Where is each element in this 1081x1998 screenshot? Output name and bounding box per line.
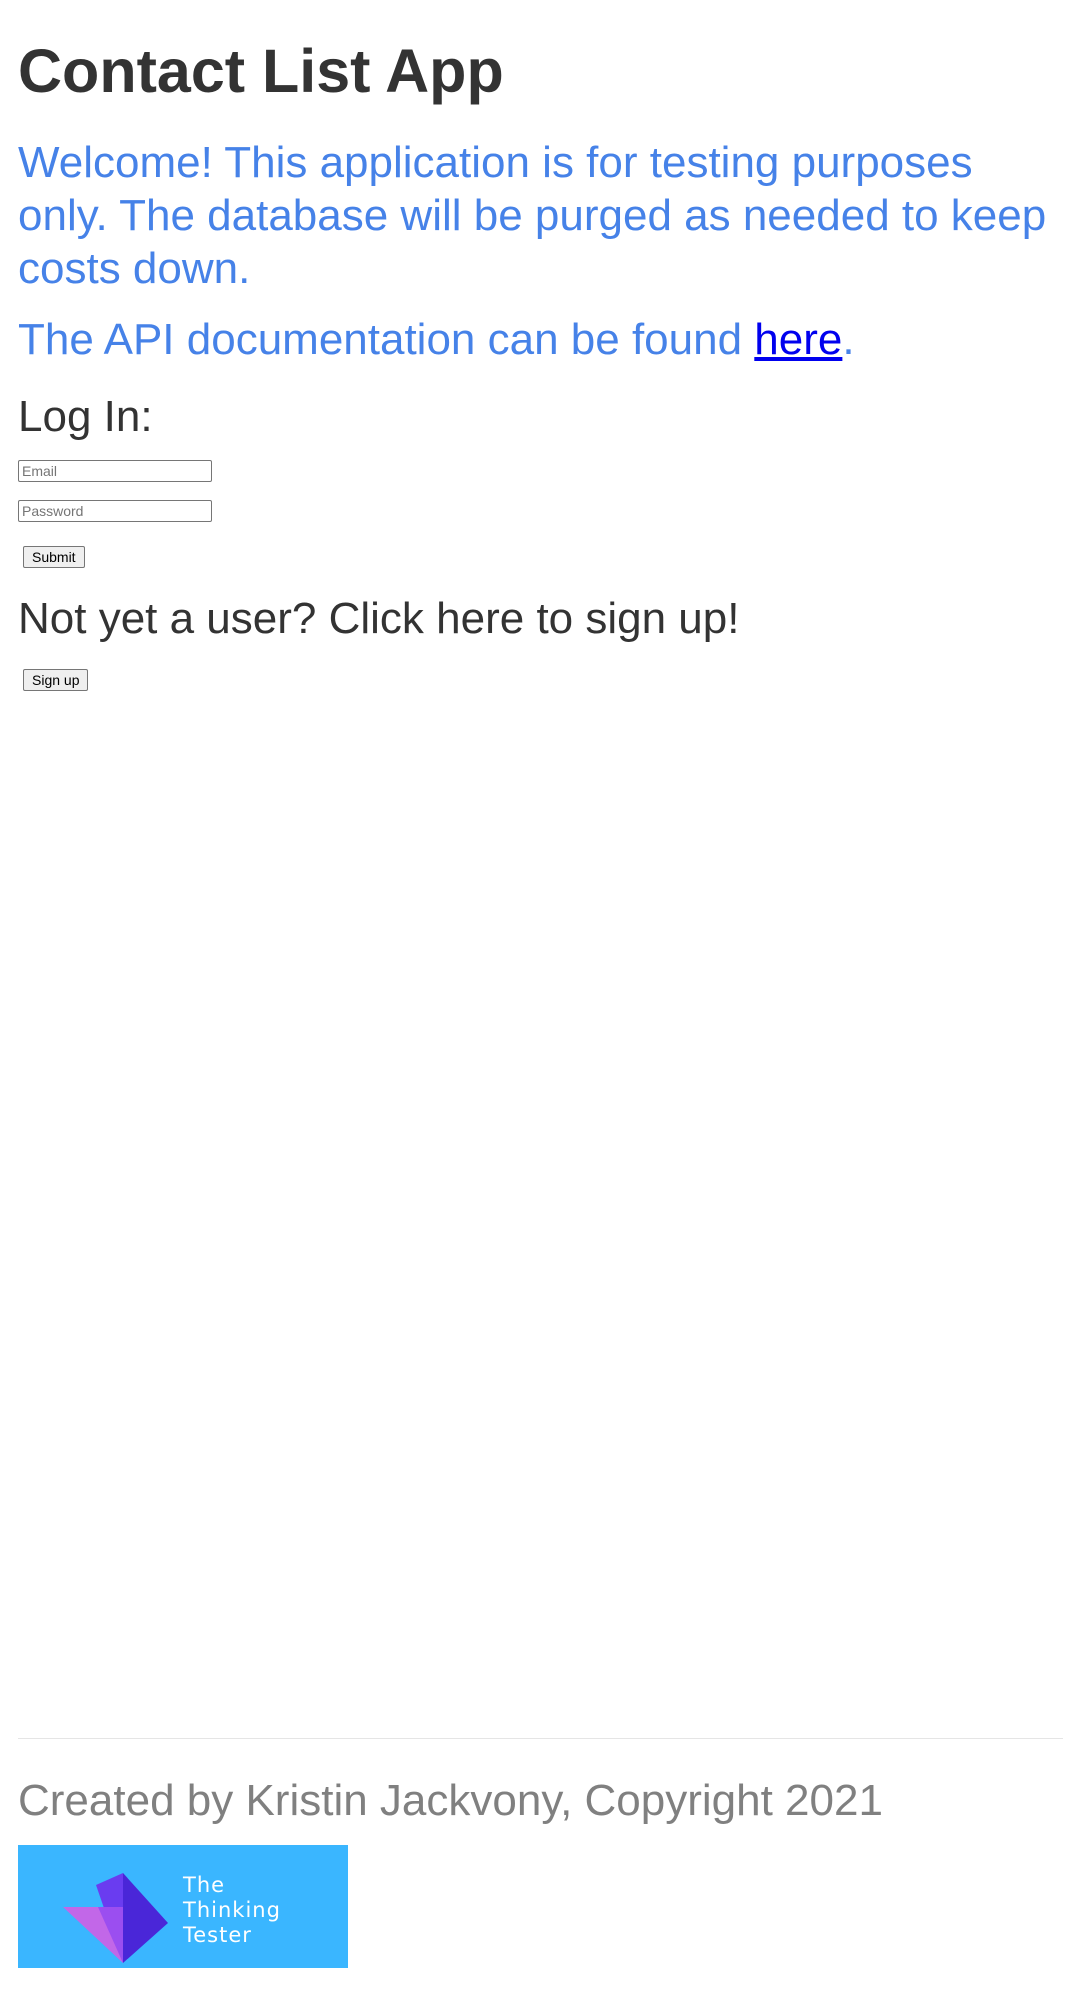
api-doc-link[interactable]: here: [754, 315, 842, 364]
footer-divider: [18, 1738, 1063, 1739]
api-doc-suffix: .: [842, 315, 855, 364]
email-field[interactable]: [18, 460, 212, 482]
login-heading: Log In:: [18, 392, 153, 441]
thinking-tester-logo[interactable]: The Thinking Tester: [18, 1845, 348, 1968]
signup-button[interactable]: Sign up: [23, 669, 89, 691]
submit-button[interactable]: Submit: [23, 546, 85, 568]
password-field[interactable]: [18, 500, 212, 522]
page-title: Contact List App: [18, 37, 504, 105]
logo-line-3: Tester: [183, 1923, 252, 1947]
api-doc-prefix: The API documentation can be found: [18, 315, 755, 364]
api-doc-text: The API documentation can be found here.: [18, 313, 855, 366]
footer-copyright: Created by Kristin Jackvony, Copyright 2…: [18, 1776, 883, 1825]
logo-line-1: The: [183, 1873, 226, 1897]
welcome-message: Welcome! This application is for testing…: [18, 138, 1047, 293]
logo-wordmark: The Thinking Tester: [183, 1873, 281, 1948]
signup-heading: Not yet a user? Click here to sign up!: [18, 594, 740, 643]
logo-line-2: Thinking: [183, 1898, 281, 1922]
